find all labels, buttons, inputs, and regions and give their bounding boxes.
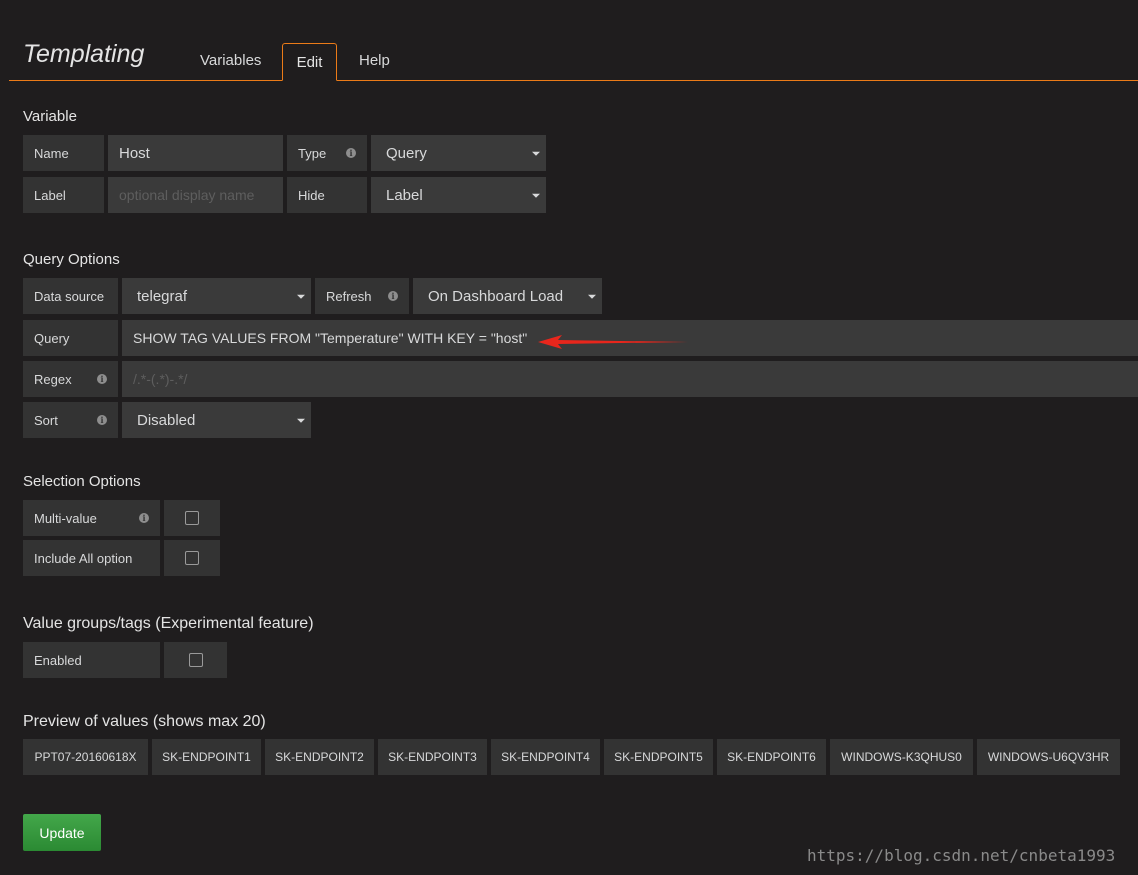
caret-down-icon bbox=[588, 294, 596, 299]
variable-section-title: Variable bbox=[23, 108, 77, 125]
info-icon: i bbox=[97, 374, 107, 384]
tab-edit[interactable]: Edit bbox=[282, 43, 337, 81]
multi-value-label-text: Multi-value bbox=[34, 510, 97, 526]
selection-options-section-title: Selection Options bbox=[23, 473, 141, 490]
datasource-select-value: telegraf bbox=[137, 287, 188, 305]
checkbox-icon bbox=[188, 653, 203, 667]
refresh-label: Refresh i bbox=[315, 278, 409, 314]
checkbox-icon bbox=[185, 511, 199, 525]
preview-value-chip: PPT07-20160618X bbox=[23, 739, 148, 775]
label-label: Label bbox=[23, 177, 104, 213]
sort-label-text: Sort bbox=[34, 412, 58, 428]
update-button[interactable]: Update bbox=[23, 814, 101, 851]
preview-value-chip: SK-ENDPOINT5 bbox=[604, 739, 713, 775]
refresh-label-text: Refresh bbox=[326, 288, 372, 304]
sort-select-value: Disabled bbox=[137, 411, 196, 429]
hide-select-value: Label bbox=[386, 186, 423, 204]
tab-variables[interactable]: Variables bbox=[200, 52, 261, 69]
query-label: Query bbox=[23, 320, 118, 356]
preview-value-chip: WINDOWS-U6QV3HR bbox=[977, 739, 1120, 775]
datasource-label-text: Data source bbox=[34, 288, 105, 304]
regex-input[interactable]: /.*-(.*)-.*/ bbox=[122, 361, 1138, 397]
preview-section-title: Preview of values (shows max 20) bbox=[23, 713, 266, 730]
include-all-checkbox[interactable] bbox=[164, 540, 220, 576]
sort-select[interactable]: Disabled bbox=[122, 402, 311, 438]
info-icon: i bbox=[97, 415, 107, 425]
type-select[interactable]: Query bbox=[371, 135, 546, 171]
refresh-select[interactable]: On Dashboard Load bbox=[413, 278, 602, 314]
caret-down-icon bbox=[297, 294, 305, 299]
hide-label: Hide bbox=[287, 177, 367, 213]
datasource-label: Data source bbox=[23, 278, 118, 314]
caret-down-icon bbox=[297, 418, 305, 423]
hide-select[interactable]: Label bbox=[371, 177, 546, 213]
type-label: Type i bbox=[287, 135, 367, 171]
value-groups-section-title: Value groups/tags (Experimental feature) bbox=[23, 615, 314, 632]
preview-value-chip: SK-ENDPOINT2 bbox=[265, 739, 374, 775]
caret-down-icon bbox=[532, 151, 540, 156]
label-input[interactable]: optional display name bbox=[108, 177, 283, 213]
sort-label: Sort i bbox=[23, 402, 118, 438]
multi-value-label: Multi-value i bbox=[23, 500, 160, 536]
tab-help[interactable]: Help bbox=[359, 52, 390, 69]
preview-value-chip: SK-ENDPOINT1 bbox=[152, 739, 261, 775]
info-icon: i bbox=[139, 513, 149, 523]
caret-down-icon bbox=[532, 193, 540, 198]
regex-label-text: Regex bbox=[34, 371, 72, 387]
hide-label-text: Hide bbox=[298, 187, 325, 203]
include-all-label-text: Include All option bbox=[34, 550, 133, 566]
preview-value-chip: SK-ENDPOINT4 bbox=[491, 739, 600, 775]
enabled-checkbox[interactable] bbox=[164, 642, 227, 678]
preview-value-chip: SK-ENDPOINT6 bbox=[717, 739, 826, 775]
query-label-text: Query bbox=[34, 330, 70, 346]
regex-label: Regex i bbox=[23, 361, 118, 397]
checkbox-icon bbox=[185, 551, 199, 565]
preview-value-chip: SK-ENDPOINT3 bbox=[378, 739, 487, 775]
page-title: Templating bbox=[23, 40, 145, 68]
refresh-select-value: On Dashboard Load bbox=[428, 287, 564, 305]
include-all-label: Include All option bbox=[23, 540, 160, 576]
name-label: Name bbox=[23, 135, 104, 171]
name-label-text: Name bbox=[34, 145, 69, 161]
info-icon: i bbox=[388, 291, 398, 301]
annotation-arrow-shape bbox=[538, 335, 688, 349]
multi-value-checkbox[interactable] bbox=[164, 500, 220, 536]
annotation-arrow-icon bbox=[538, 335, 688, 349]
type-select-value: Query bbox=[386, 144, 427, 162]
info-icon: i bbox=[346, 148, 356, 158]
type-label-text: Type bbox=[298, 145, 327, 161]
query-options-section-title: Query Options bbox=[23, 251, 120, 268]
datasource-select[interactable]: telegraf bbox=[122, 278, 311, 314]
name-input[interactable]: Host bbox=[108, 135, 283, 171]
header-divider bbox=[9, 80, 1138, 81]
preview-value-chip: WINDOWS-K3QHUS0 bbox=[830, 739, 973, 775]
enabled-label-text: Enabled bbox=[34, 652, 82, 668]
watermark-text: https://blog.csdn.net/cnbeta1993 bbox=[807, 846, 1116, 865]
label-label-text: Label bbox=[34, 187, 66, 203]
enabled-label: Enabled bbox=[23, 642, 160, 678]
